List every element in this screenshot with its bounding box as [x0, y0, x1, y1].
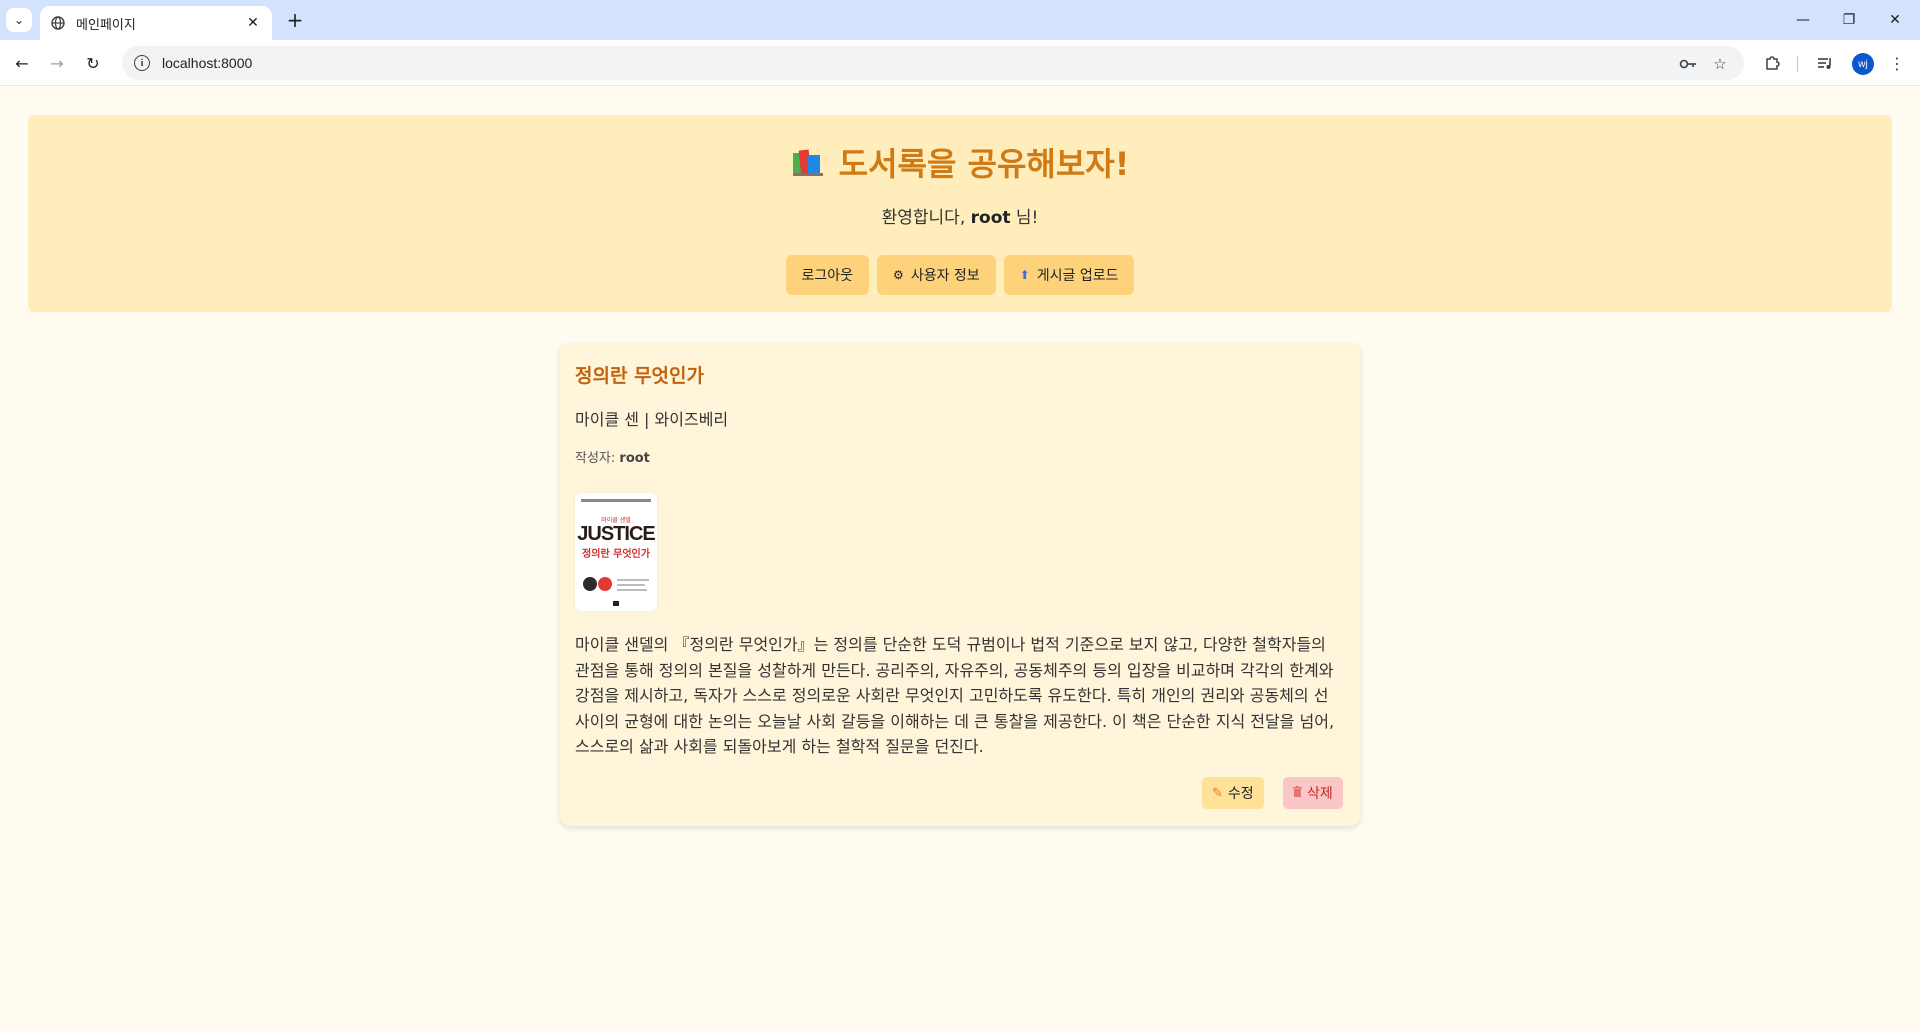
tab-close-icon[interactable]: ✕	[244, 15, 262, 31]
forward-arrow-icon[interactable]: →	[43, 49, 71, 77]
welcome-message: 환영합니다, root 님!	[28, 203, 1892, 228]
extensions-puzzle-icon[interactable]	[1760, 51, 1784, 75]
cover-title-kr: 정의란 무엇인가	[582, 549, 650, 560]
new-tab-plus-icon[interactable]: +	[282, 8, 308, 32]
site-header: 도서록을 공유해보자! 환영합니다, root 님! 로그아웃 ⚙ 사용자 정보…	[28, 115, 1892, 312]
logout-button-label: 로그아웃	[801, 268, 854, 284]
toolbar-divider	[1797, 56, 1798, 72]
upload-icon: ⬆	[1019, 268, 1030, 282]
address-bar[interactable]: i localhost:8000 ☆	[122, 46, 1744, 80]
cover-text-line	[617, 584, 645, 586]
edit-button[interactable]: ✎ 수정	[1202, 777, 1264, 809]
books-icon	[791, 147, 825, 177]
post-author: 작성자: root	[575, 447, 650, 466]
back-arrow-icon[interactable]: ←	[8, 49, 36, 77]
cover-text-line	[617, 589, 647, 591]
pencil-icon: ✎	[1212, 785, 1223, 801]
post-description: 마이클 샌델의 『정의란 무엇인가』는 정의를 단순한 도덕 규범이나 법적 기…	[575, 635, 1335, 756]
address-url: localhost:8000	[162, 55, 253, 71]
browser-tab-bar: ⌄ 메인페이지 ✕ + — ❐ ✕	[0, 0, 1920, 40]
reload-icon[interactable]: ↻	[79, 49, 107, 77]
cover-publisher-mark	[613, 601, 619, 606]
trash-icon	[1293, 785, 1302, 801]
cover-badge-dark	[583, 577, 597, 591]
profile-avatar[interactable]: wj	[1852, 53, 1874, 75]
post-author-label: 작성자:	[575, 451, 620, 466]
post-card: 정의란 무엇인가 마이클 센 | 와이즈베리 작성자: root 마이클 샌델 …	[560, 343, 1360, 826]
restore-icon[interactable]: ❐	[1826, 0, 1872, 40]
cover-top-line	[581, 499, 651, 502]
user-info-button-label: 사용자 정보	[910, 268, 980, 284]
minimize-icon[interactable]: —	[1780, 0, 1826, 40]
site-title: 도서록을 공유해보자!	[28, 139, 1892, 185]
header-actions: 로그아웃 ⚙ 사용자 정보 ⬆ 게시글 업로드	[28, 255, 1892, 295]
cover-title-en: JUSTICE	[577, 523, 655, 545]
post-title: 정의란 무엇인가	[575, 365, 704, 387]
welcome-suffix: 님!	[1010, 208, 1039, 228]
edit-button-label: 수정	[1227, 786, 1254, 802]
upload-post-button-label: 게시글 업로드	[1036, 268, 1119, 284]
delete-button[interactable]: 삭제	[1283, 777, 1343, 809]
post-author-name: root	[619, 451, 650, 466]
password-key-icon[interactable]	[1678, 54, 1698, 74]
upload-post-button[interactable]: ⬆ 게시글 업로드	[1003, 255, 1135, 295]
globe-icon	[50, 15, 66, 31]
more-vert-icon[interactable]: ⋮	[1885, 51, 1909, 75]
book-cover-image: 마이클 샌델 JUSTICE 정의란 무엇인가	[575, 493, 657, 611]
tab-search-chevron-icon[interactable]: ⌄	[6, 8, 32, 32]
welcome-username: root	[970, 208, 1011, 228]
bookmark-star-icon[interactable]: ☆	[1710, 54, 1730, 74]
cover-badge-red	[598, 577, 612, 591]
window-close-icon[interactable]: ✕	[1872, 0, 1918, 40]
tab-title: 메인페이지	[76, 16, 136, 32]
browser-toolbar: ← → ↻ i localhost:8000 ☆ wj ⋮	[0, 40, 1920, 86]
media-controls-icon[interactable]	[1813, 51, 1837, 75]
post-book-meta: 마이클 센 | 와이즈베리	[575, 410, 729, 429]
cover-text-line	[617, 579, 649, 581]
site-info-icon[interactable]: i	[134, 55, 150, 71]
welcome-prefix: 환영합니다,	[881, 208, 971, 228]
site-title-text: 도서록을 공유해보자!	[838, 145, 1130, 183]
gear-icon: ⚙	[893, 268, 904, 282]
logout-button[interactable]: 로그아웃	[785, 255, 870, 295]
delete-button-label: 삭제	[1307, 786, 1333, 802]
browser-tab[interactable]: 메인페이지 ✕	[40, 6, 272, 40]
user-info-button[interactable]: ⚙ 사용자 정보	[877, 255, 996, 295]
